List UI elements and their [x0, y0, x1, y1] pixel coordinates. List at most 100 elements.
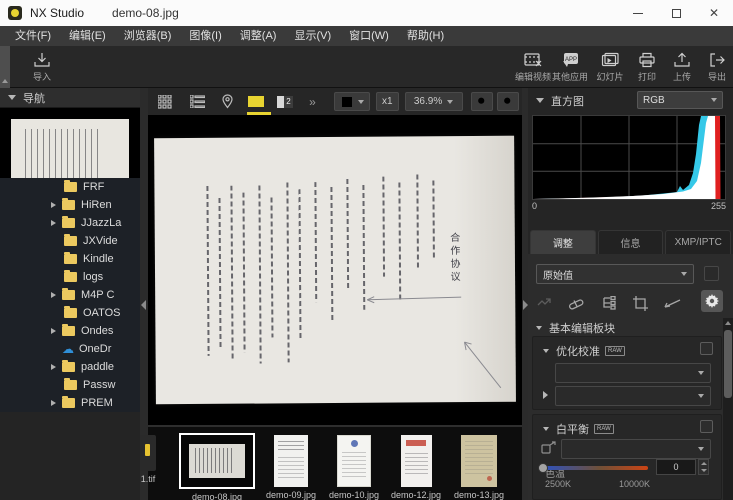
picture-control-checkbox[interactable] — [700, 342, 713, 355]
raw-badge: RAW — [605, 346, 625, 356]
collapse-left-icon[interactable] — [141, 300, 146, 310]
preset-save-button[interactable] — [704, 266, 719, 281]
slider-knob[interactable] — [538, 463, 548, 473]
dropdown-caret-icon — [698, 394, 704, 398]
color-temp-spinner[interactable] — [698, 459, 709, 475]
gray-point-sample-icon[interactable] — [541, 441, 556, 455]
menu-view[interactable]: 显示(V) — [285, 26, 340, 46]
zoom-level-select[interactable]: 36.9% — [405, 92, 463, 111]
folder-icon — [62, 290, 75, 300]
image-viewer[interactable]: 合作协议 — [148, 115, 522, 425]
menu-edit[interactable]: 编辑(E) — [60, 26, 115, 46]
copy-adjustments-icon[interactable] — [536, 295, 552, 311]
thumbnail — [337, 435, 371, 487]
retouch-brush-icon[interactable] — [568, 296, 585, 311]
tool-options-button[interactable] — [701, 290, 723, 312]
tab-info[interactable]: 信息 — [598, 230, 664, 254]
tab-adjustments[interactable]: 调整 — [530, 230, 596, 254]
close-button[interactable]: ✕ — [695, 0, 733, 26]
color-control-points-icon[interactable] — [601, 296, 617, 310]
adjust-panel-scrollbar[interactable] — [723, 318, 733, 500]
expand-caret-icon[interactable] — [51, 400, 62, 406]
minimize-button[interactable] — [619, 0, 657, 26]
folder-item-kindle[interactable]: Kindle — [0, 250, 140, 268]
straighten-icon[interactable] — [664, 297, 681, 310]
export-button[interactable]: 导出 — [695, 49, 733, 86]
upload-icon — [672, 51, 692, 69]
folder-item-onedrive[interactable]: ☁OneDr — [0, 340, 140, 358]
folder-item-ondes[interactable]: Ondes — [0, 322, 140, 340]
menu-file[interactable]: 文件(F) — [6, 26, 60, 46]
menu-help[interactable]: 帮助(H) — [398, 26, 453, 46]
scrollbar-thumb[interactable] — [724, 330, 732, 398]
histogram-channel-select[interactable]: RGB — [637, 91, 723, 109]
dropdown-caret-icon — [681, 272, 687, 276]
other-apps-button[interactable]: APP 其他应用 — [548, 49, 592, 86]
picture-control-select[interactable] — [555, 363, 711, 383]
fit-screen-button[interactable] — [334, 92, 370, 111]
image-view-button[interactable] — [242, 88, 270, 115]
folder-item-oatos[interactable]: OATOS — [0, 304, 140, 322]
folder-icon — [64, 308, 77, 318]
picture-control-header[interactable]: 优化校准 RAW — [543, 343, 625, 359]
app-logo-icon — [8, 6, 22, 20]
folder-icon — [62, 326, 75, 336]
folder-item-m4p[interactable]: M4P C — [0, 286, 140, 304]
menu-adjust[interactable]: 调整(A) — [231, 26, 286, 46]
zoom-in-button[interactable] — [497, 92, 519, 111]
zoom-out-button[interactable] — [471, 92, 493, 111]
map-view-button[interactable] — [212, 88, 242, 115]
main-toolbar: 导入 编辑视频 APP 其他应用 幻灯片 打印 上传 导出 — [0, 46, 733, 88]
folder-icon — [64, 236, 77, 246]
picture-control-sub-select[interactable] — [555, 386, 711, 406]
filmstrip-item-demo08-selected[interactable]: demo-08.jpg — [179, 433, 255, 500]
filmstrip-item-demo10[interactable]: demo-10.jpg — [329, 435, 379, 500]
maximize-button[interactable] — [657, 0, 695, 26]
grid-view-button[interactable] — [148, 88, 182, 115]
folder-item-hiren[interactable]: HiRen — [0, 196, 140, 214]
expand-caret-icon[interactable] — [51, 202, 62, 208]
folder-item-jjazzla[interactable]: JJazzLa — [0, 214, 140, 232]
white-balance-header[interactable]: 白平衡 RAW — [543, 421, 614, 437]
picture-control-section: 优化校准 RAW — [532, 336, 722, 410]
more-views-button[interactable]: » — [300, 88, 324, 115]
nav-section-header[interactable]: 导航 — [0, 88, 140, 108]
folder-item-passw[interactable]: Passw — [0, 376, 140, 394]
filmstrip-item-demo13[interactable]: demo-13.jpg — [454, 435, 504, 500]
folder-item-paddle[interactable]: paddle — [0, 358, 140, 376]
menu-window[interactable]: 窗口(W) — [340, 26, 398, 46]
expand-caret-icon[interactable] — [51, 364, 62, 370]
expand-caret-icon[interactable] — [51, 328, 62, 334]
filmstrip-item-demo09[interactable]: demo-09.jpg — [266, 435, 316, 500]
folder-item-frf[interactable]: FRF — [0, 178, 140, 196]
crop-icon[interactable] — [633, 296, 648, 311]
toolbar-collapse-handle[interactable] — [0, 46, 10, 88]
folder-item-logs[interactable]: logs — [0, 268, 140, 286]
basic-edit-section-header[interactable]: 基本编辑板块 — [536, 320, 615, 336]
menu-image[interactable]: 图像(I) — [180, 26, 230, 46]
filmstrip-item-demo12[interactable]: demo-12.jpg — [391, 435, 441, 500]
filmstrip-item-1tif[interactable]: 1.tif — [140, 427, 156, 484]
tab-xmp-iptc[interactable]: XMP/IPTC — [665, 230, 731, 254]
color-temp-value[interactable]: 0 — [656, 459, 696, 475]
menu-bar: 文件(F) 编辑(E) 浏览器(B) 图像(I) 调整(A) 显示(V) 窗口(… — [0, 26, 733, 46]
expand-caret-icon[interactable] — [543, 391, 548, 399]
color-temp-slider[interactable] — [540, 466, 648, 470]
collapse-caret-icon — [8, 95, 16, 100]
list-view-button[interactable] — [182, 88, 212, 115]
preset-select[interactable]: 原始值 — [536, 264, 694, 284]
collapse-caret-icon — [536, 98, 544, 103]
import-button[interactable]: 导入 — [20, 49, 64, 86]
folder-icon — [64, 272, 77, 282]
adjustments-panel: 原始值 基本编辑板块 优化校准 RAW — [528, 254, 733, 500]
expand-caret-icon[interactable] — [51, 292, 62, 298]
zoom-1to1-button[interactable]: x1 — [376, 92, 399, 111]
compare-view-button[interactable]: 2 — [270, 88, 300, 115]
white-balance-select[interactable] — [561, 439, 711, 459]
folder-item-jxvide[interactable]: JXVide — [0, 232, 140, 250]
expand-caret-icon[interactable] — [51, 220, 62, 226]
folder-item-prem[interactable]: PREM — [0, 394, 140, 412]
white-balance-checkbox[interactable] — [700, 420, 713, 433]
menu-browser[interactable]: 浏览器(B) — [115, 26, 181, 46]
gear-icon — [705, 294, 719, 308]
